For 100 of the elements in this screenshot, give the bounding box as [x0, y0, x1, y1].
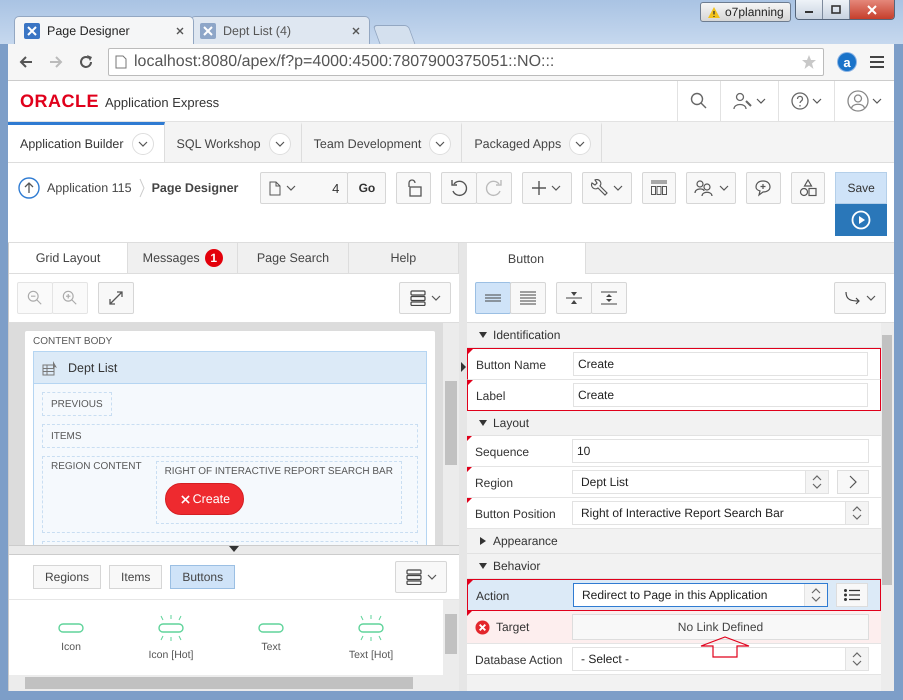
- expand-all-button[interactable]: [591, 282, 627, 314]
- expand-icon: [601, 291, 617, 305]
- scrollbar[interactable]: [881, 323, 894, 691]
- page-selector[interactable]: 4: [260, 172, 348, 204]
- input-field[interactable]: 10: [572, 439, 869, 463]
- layout-button[interactable]: [642, 172, 676, 204]
- input-field[interactable]: Create: [573, 383, 868, 407]
- panel-tab[interactable]: Page Search: [238, 243, 349, 273]
- property-label: Sequence: [475, 444, 530, 460]
- undo-button[interactable]: [440, 172, 477, 204]
- breadcrumb-current: Page Designer: [152, 181, 238, 195]
- scrollbar[interactable]: [9, 675, 443, 691]
- lines-icon: [485, 293, 501, 303]
- menu-icon[interactable]: [870, 56, 884, 68]
- section-label: CONTENT BODY: [33, 336, 114, 347]
- collapse-arrow-icon: [229, 546, 239, 552]
- browser-tab[interactable]: Page Designer: [14, 16, 194, 44]
- back-icon[interactable]: [18, 54, 34, 70]
- team-menu-button[interactable]: [686, 172, 736, 204]
- plus-icon: [532, 181, 546, 195]
- show-all-button[interactable]: [510, 282, 546, 314]
- region-box[interactable]: Dept List PREVIOUS ITEMS REGION CONTENT RIGHT OF INTERACTIVE REPORT SEARCH BAR Create: [33, 351, 427, 545]
- caret-icon: [613, 185, 624, 191]
- list-icon: [406, 569, 422, 585]
- extension-button[interactable]: a: [838, 53, 856, 71]
- slot-box: ITEMS: [42, 424, 418, 448]
- create-button[interactable]: Create: [164, 483, 244, 515]
- caret-icon: [435, 140, 446, 146]
- collapse-all-button[interactable]: [556, 282, 592, 314]
- wrench-icon: [590, 179, 608, 197]
- apex-icon: [24, 22, 40, 38]
- input-field[interactable]: Create: [573, 352, 868, 376]
- go-to-group-button[interactable]: [834, 282, 886, 314]
- select-field[interactable]: Right of Interactive Report Search Bar: [572, 501, 869, 525]
- link-button[interactable]: No Link Defined: [572, 614, 869, 640]
- curved-arrow-icon: [844, 291, 860, 305]
- reload-icon[interactable]: [78, 54, 94, 70]
- close-icon[interactable]: [352, 26, 360, 34]
- nav-tab[interactable]: Application Builder: [8, 122, 165, 162]
- user-wrench-icon: [733, 92, 753, 110]
- slot-label: RIGHT OF INTERACTIVE REPORT SEARCH BAR: [164, 466, 393, 477]
- undo-icon: [450, 179, 468, 197]
- go-to-region-button[interactable]: [837, 470, 869, 494]
- save-button[interactable]: Save: [835, 172, 887, 204]
- create-menu-button[interactable]: [522, 172, 572, 204]
- utilities-menu-button[interactable]: [582, 172, 632, 204]
- run-button[interactable]: [835, 204, 887, 236]
- expand-arrow-icon[interactable]: [460, 362, 466, 372]
- page-icon: [269, 180, 282, 196]
- region-title: Dept List: [68, 360, 118, 374]
- close-button[interactable]: [850, 0, 894, 19]
- go-button[interactable]: Go: [347, 172, 386, 204]
- maximize-button[interactable]: [823, 0, 850, 19]
- lines-icon: [520, 291, 536, 305]
- up-down-icon: [852, 651, 862, 667]
- profile-button[interactable]: o7planning: [700, 2, 791, 22]
- view-menu-button[interactable]: [395, 561, 447, 593]
- nav-tab[interactable]: Team Development: [302, 122, 462, 162]
- panel-tab[interactable]: Grid Layout: [9, 243, 128, 273]
- panel-tab[interactable]: Button: [467, 243, 586, 274]
- splitter-handle[interactable]: [9, 545, 459, 555]
- select-field[interactable]: - Select -: [572, 647, 869, 671]
- caret-icon: [872, 98, 882, 104]
- nav-tab[interactable]: Packaged Apps: [462, 122, 602, 162]
- nav-tab[interactable]: SQL Workshop: [164, 122, 302, 162]
- gallery-tab[interactable]: Regions: [33, 565, 102, 589]
- property-label: Button Position: [475, 506, 556, 522]
- count-badge: 1: [204, 249, 223, 267]
- panel-tab[interactable]: Messages 1: [128, 243, 238, 273]
- shared-components-button[interactable]: [790, 172, 826, 204]
- select-field[interactable]: Dept List: [572, 470, 829, 494]
- select-field[interactable]: Redirect to Page in this Application: [573, 583, 828, 607]
- group-header[interactable]: Appearance: [467, 529, 881, 554]
- lock-button[interactable]: [396, 172, 431, 204]
- gallery-tab[interactable]: Buttons: [170, 565, 236, 589]
- breadcrumb-link[interactable]: Application 115: [47, 181, 132, 195]
- caret-icon: [138, 140, 148, 146]
- users-icon: [694, 179, 714, 197]
- minimize-button[interactable]: [796, 0, 823, 19]
- scrollbar[interactable]: [443, 323, 459, 545]
- list-button[interactable]: [836, 583, 868, 607]
- close-icon: [180, 494, 190, 504]
- warning-icon: [707, 6, 721, 18]
- browser-tab[interactable]: Dept List (4): [190, 16, 370, 44]
- avatar-icon: [847, 90, 869, 112]
- expand-button[interactable]: [98, 282, 134, 314]
- view-menu-button[interactable]: [399, 282, 451, 314]
- comments-button[interactable]: [746, 172, 781, 204]
- gallery-tab[interactable]: Items: [109, 565, 162, 589]
- caret-icon: [866, 295, 876, 301]
- address-field[interactable]: localhost:8080/apex/f?p=4000:4500:7807900375051::NO:::: [108, 48, 824, 76]
- zoom-in-icon: [62, 290, 78, 306]
- close-icon[interactable]: [176, 26, 184, 34]
- show-common-button[interactable]: [475, 282, 511, 314]
- columns-icon: [650, 180, 668, 196]
- page-icon: [115, 55, 127, 69]
- star-icon[interactable]: [801, 54, 817, 70]
- scrollbar[interactable]: [443, 600, 459, 691]
- caret-icon: [430, 295, 440, 301]
- triangle-down-icon: [479, 419, 487, 427]
